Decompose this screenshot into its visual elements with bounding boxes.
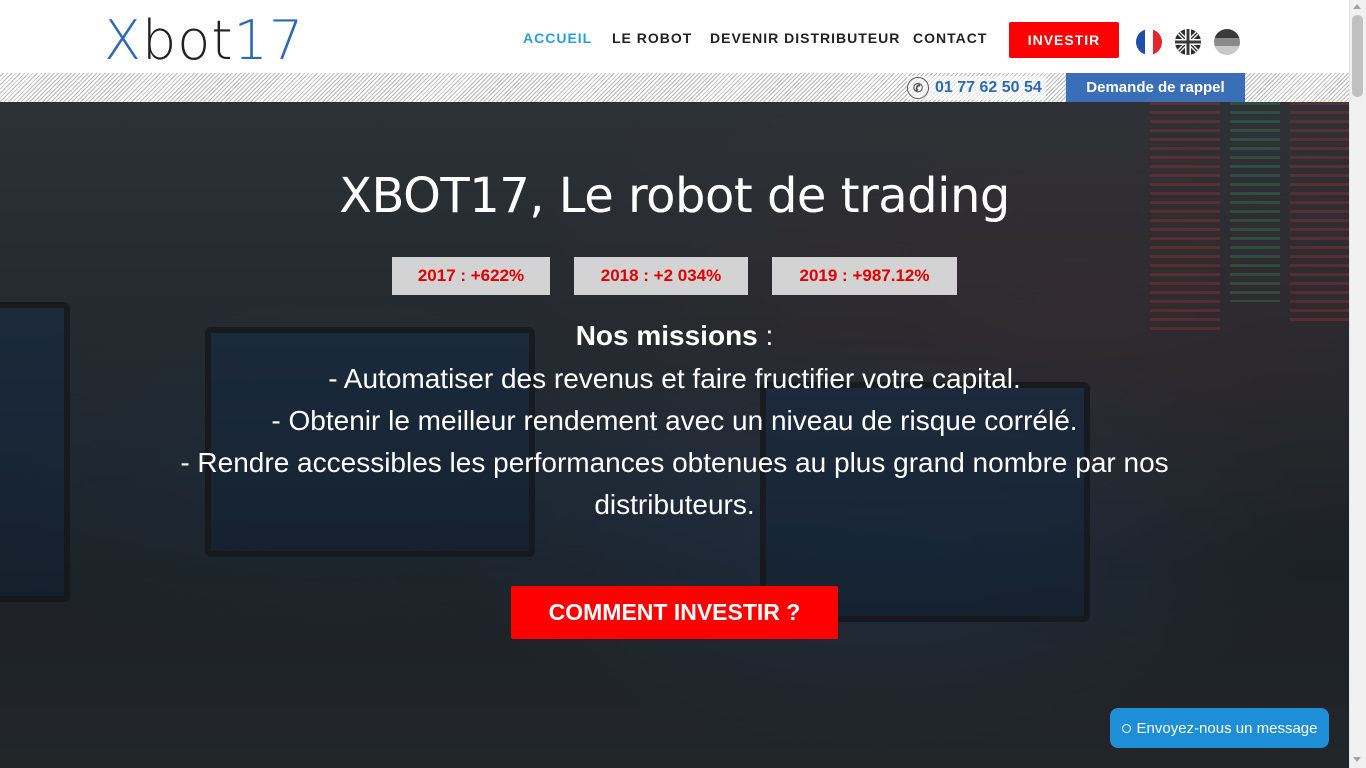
de-flag-icon[interactable] <box>1214 29 1240 55</box>
comment-investir-button[interactable]: COMMENT INVESTIR ? <box>511 586 838 639</box>
nav-contact[interactable]: CONTACT <box>913 30 987 46</box>
logo-x: X <box>104 9 142 72</box>
stat-2019: 2019 : +987.12% <box>772 257 957 295</box>
phone-number: 01 77 62 50 54 <box>935 79 1042 96</box>
scroll-up-arrow-icon[interactable] <box>1353 4 1361 9</box>
missions-heading-colon: : <box>757 320 774 351</box>
mission-line: - Rendre accessibles les performances ob… <box>180 447 1169 478</box>
nav-accueil[interactable]: ACCUEIL <box>523 30 592 46</box>
phone-icon: ✆ <box>907 77 929 99</box>
stat-2017: 2017 : +622% <box>392 257 550 295</box>
callback-button[interactable]: Demande de rappel <box>1066 73 1245 102</box>
scrollbar-thumb[interactable] <box>1352 15 1363 97</box>
fr-flag-icon[interactable] <box>1136 29 1162 55</box>
mission-line: - Obtenir le meilleur rendement avec un … <box>271 405 1078 436</box>
logo-bot: bot <box>142 9 234 72</box>
phone-link[interactable]: ✆ 01 77 62 50 54 <box>907 76 1046 100</box>
site-header: Xbot17 ACCUEIL LE ROBOT DEVENIR DISTRIBU… <box>0 0 1349 73</box>
nav-devenir-distributeur[interactable]: DEVENIR DISTRIBUTEUR <box>710 30 900 46</box>
uk-flag-icon[interactable] <box>1175 29 1201 55</box>
investir-button[interactable]: INVESTIR <box>1009 22 1119 58</box>
missions-heading-label: Nos missions <box>575 320 758 351</box>
chat-icon <box>1121 723 1131 733</box>
mission-line: distributeurs. <box>594 489 755 520</box>
logo-number: 17 <box>233 9 305 72</box>
chat-widget-button[interactable]: Envoyez-nous un message <box>1110 708 1329 748</box>
missions-heading: Nos missions : <box>0 318 1349 354</box>
mission-line: - Automatiser des revenus et faire fruct… <box>328 363 1021 394</box>
site-logo[interactable]: Xbot17 <box>104 12 304 70</box>
stat-2018: 2018 : +2 034% <box>574 257 748 295</box>
chat-label: Envoyez-nous un message <box>1136 719 1318 737</box>
hero-title: XBOT17, Le robot de trading <box>339 168 1010 224</box>
scroll-down-arrow-icon[interactable] <box>1353 757 1361 762</box>
nav-le-robot[interactable]: LE ROBOT <box>612 30 692 46</box>
page-scrollbar[interactable] <box>1349 0 1366 768</box>
